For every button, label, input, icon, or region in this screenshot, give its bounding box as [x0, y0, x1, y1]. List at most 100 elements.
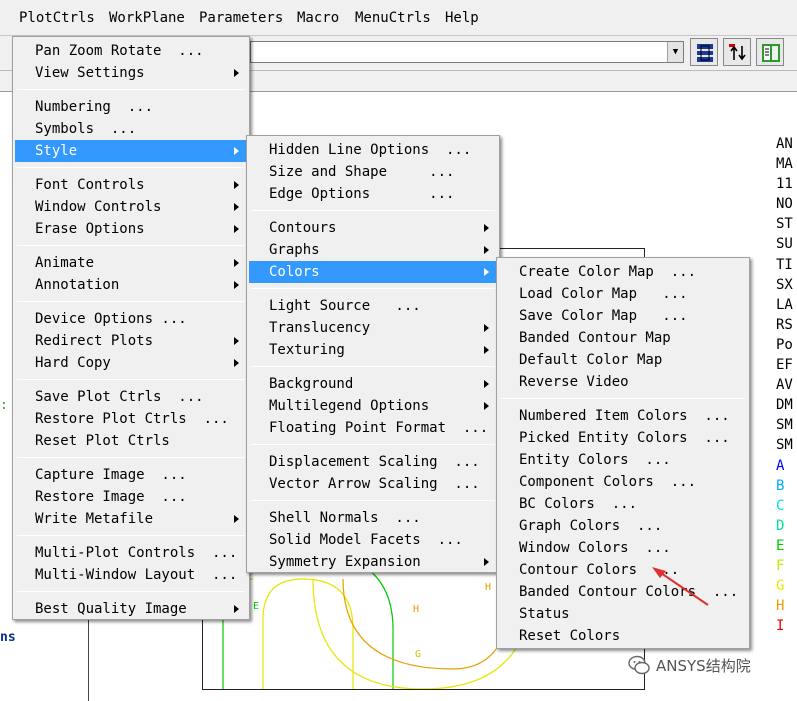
submenu-arrow-icon: [234, 147, 239, 155]
style-menu-item[interactable]: Background: [249, 373, 497, 395]
colors-menu-item[interactable]: Numbered Item Colors ...: [499, 405, 747, 427]
legend-line: NO: [776, 196, 793, 213]
colors-menu-item-label: Numbered Item Colors ...: [519, 408, 730, 424]
submenu-arrow-icon: [234, 181, 239, 189]
menu-separator: [251, 210, 495, 211]
plotctrls-menu-item[interactable]: Best Quality Image: [15, 598, 247, 620]
colors-menu-item[interactable]: Load Color Map ...: [499, 283, 747, 305]
plotctrls-menu-item[interactable]: Erase Options: [15, 218, 247, 240]
style-menu-item[interactable]: Graphs: [249, 239, 497, 261]
menu-plotctrls[interactable]: PlotCtrls: [19, 10, 95, 26]
colors-menu-item[interactable]: Banded Contour Map: [499, 327, 747, 349]
command-input[interactable]: ▼: [250, 41, 684, 63]
plotctrls-menu-item[interactable]: Numbering ...: [15, 96, 247, 118]
plotctrls-menu-item[interactable]: Reset Plot Ctrls: [15, 430, 247, 452]
plotctrls-menu-item-label: Style: [35, 143, 78, 159]
plotctrls-menu-item[interactable]: Redirect Plots: [15, 330, 247, 352]
layout-icon[interactable]: [756, 38, 784, 66]
watermark-text: ANSYS结构院: [656, 656, 751, 675]
plotctrls-menu-item[interactable]: Font Controls: [15, 174, 247, 196]
style-menu-item[interactable]: Displacement Scaling ...: [249, 451, 497, 473]
style-menu-item[interactable]: Floating Point Format ...: [249, 417, 497, 439]
style-menu-item[interactable]: Size and Shape ...: [249, 161, 497, 183]
colors-menu-item[interactable]: Window Colors ...: [499, 537, 747, 559]
style-menu-item[interactable]: Hidden Line Options ...: [249, 139, 497, 161]
style-menu-item-label: Graphs: [269, 242, 320, 258]
menu-separator: [17, 89, 245, 90]
style-menu-item-label: Shell Normals ...: [269, 510, 421, 526]
submenu-arrow-icon: [234, 225, 239, 233]
plotctrls-menu-item[interactable]: Window Controls: [15, 196, 247, 218]
plotctrls-menu-item[interactable]: Pan Zoom Rotate ...: [15, 40, 247, 62]
plotctrls-menu-item[interactable]: Restore Image ...: [15, 486, 247, 508]
chevron-down-icon[interactable]: ▼: [667, 42, 683, 62]
legend-line: ST: [776, 216, 793, 233]
menu-workplane[interactable]: WorkPlane: [109, 10, 185, 26]
plotctrls-menu-item[interactable]: Save Plot Ctrls ...: [15, 386, 247, 408]
contour-label-h: H: [485, 582, 492, 593]
style-menu-item[interactable]: Colors: [249, 261, 497, 283]
colors-menu-item[interactable]: BC Colors ...: [499, 493, 747, 515]
plotctrls-menu-item-label: Restore Image ...: [35, 489, 187, 505]
style-menu-item[interactable]: Symmetry Expansion: [249, 551, 497, 573]
left-edge-text: ns: [0, 630, 16, 645]
colors-menu-item[interactable]: Save Color Map ...: [499, 305, 747, 327]
colors-menu-item-label: Picked Entity Colors ...: [519, 430, 730, 446]
menu-macro[interactable]: Macro: [297, 10, 339, 26]
style-menu-item[interactable]: Solid Model Facets ...: [249, 529, 497, 551]
colors-menu-item[interactable]: Default Color Map: [499, 349, 747, 371]
menu-menuctrls[interactable]: MenuCtrls: [355, 10, 431, 26]
style-menu-item[interactable]: Vector Arrow Scaling ...: [249, 473, 497, 495]
plotctrls-menu-item[interactable]: Hard Copy: [15, 352, 247, 374]
style-menu-item-label: Solid Model Facets ...: [269, 532, 463, 548]
submenu-arrow-icon: [234, 337, 239, 345]
plotctrls-menu-item[interactable]: Symbols ...: [15, 118, 247, 140]
toggle-icon[interactable]: [723, 38, 751, 66]
plotctrls-menu-item-label: Window Controls: [35, 199, 162, 215]
style-menu-item[interactable]: Multilegend Options: [249, 395, 497, 417]
plotctrls-menu-item[interactable]: Device Options ...: [15, 308, 247, 330]
style-menu-item[interactable]: Edge Options ...: [249, 183, 497, 205]
colors-menu-item[interactable]: Reset Colors: [499, 625, 747, 647]
style-menu-item[interactable]: Contours: [249, 217, 497, 239]
colors-menu-item-label: Reverse Video: [519, 374, 629, 390]
plotctrls-menu-item[interactable]: Write Metafile: [15, 508, 247, 530]
left-edge-text: :: [0, 398, 8, 413]
colors-menu-item[interactable]: Entity Colors ...: [499, 449, 747, 471]
colors-menu-item[interactable]: Graph Colors ...: [499, 515, 747, 537]
plotctrls-menu-item[interactable]: Animate: [15, 252, 247, 274]
plotctrls-menu-item[interactable]: Annotation: [15, 274, 247, 296]
plotctrls-menu-item[interactable]: Style: [15, 140, 247, 162]
style-menu-item[interactable]: Texturing: [249, 339, 497, 361]
plotctrls-menu-item[interactable]: View Settings: [15, 62, 247, 84]
plotctrls-menu-item[interactable]: Multi-Plot Controls ...: [15, 542, 247, 564]
colors-menu-item-label: Default Color Map: [519, 352, 663, 368]
wechat-icon: [628, 655, 650, 675]
menu-separator: [251, 288, 495, 289]
watermark: ANSYS结构院: [628, 654, 751, 676]
submenu-arrow-icon: [484, 324, 489, 332]
submenu-arrow-icon: [234, 605, 239, 613]
legend-line: Po: [776, 336, 793, 353]
plotctrls-menu-item-label: Capture Image ...: [35, 467, 187, 483]
raise-hidden-icon[interactable]: [690, 38, 718, 66]
plotctrls-menu-item[interactable]: Restore Plot Ctrls ...: [15, 408, 247, 430]
menu-parameters[interactable]: Parameters: [199, 10, 283, 26]
plotctrls-menu-item[interactable]: Capture Image ...: [15, 464, 247, 486]
plotctrls-menu-item[interactable]: Multi-Window Layout ...: [15, 564, 247, 586]
plotctrls-menu-item-label: Animate: [35, 255, 95, 271]
style-menu-item[interactable]: Shell Normals ...: [249, 507, 497, 529]
colors-menu-item[interactable]: Create Color Map ...: [499, 261, 747, 283]
style-menu-item[interactable]: Translucency: [249, 317, 497, 339]
colors-menu-item-label: Create Color Map ...: [519, 264, 697, 280]
colors-menu-item[interactable]: Component Colors ...: [499, 471, 747, 493]
colors-menu-item[interactable]: Picked Entity Colors ...: [499, 427, 747, 449]
legend-band-label: H: [776, 598, 785, 615]
style-menu-item[interactable]: Light Source ...: [249, 295, 497, 317]
submenu-arrow-icon: [234, 69, 239, 77]
submenu-arrow-icon: [484, 402, 489, 410]
menu-help[interactable]: Help: [445, 10, 479, 26]
legend-line: DM: [776, 397, 793, 414]
colors-menu-item[interactable]: Reverse Video: [499, 371, 747, 393]
legend-line: MA: [776, 156, 793, 173]
